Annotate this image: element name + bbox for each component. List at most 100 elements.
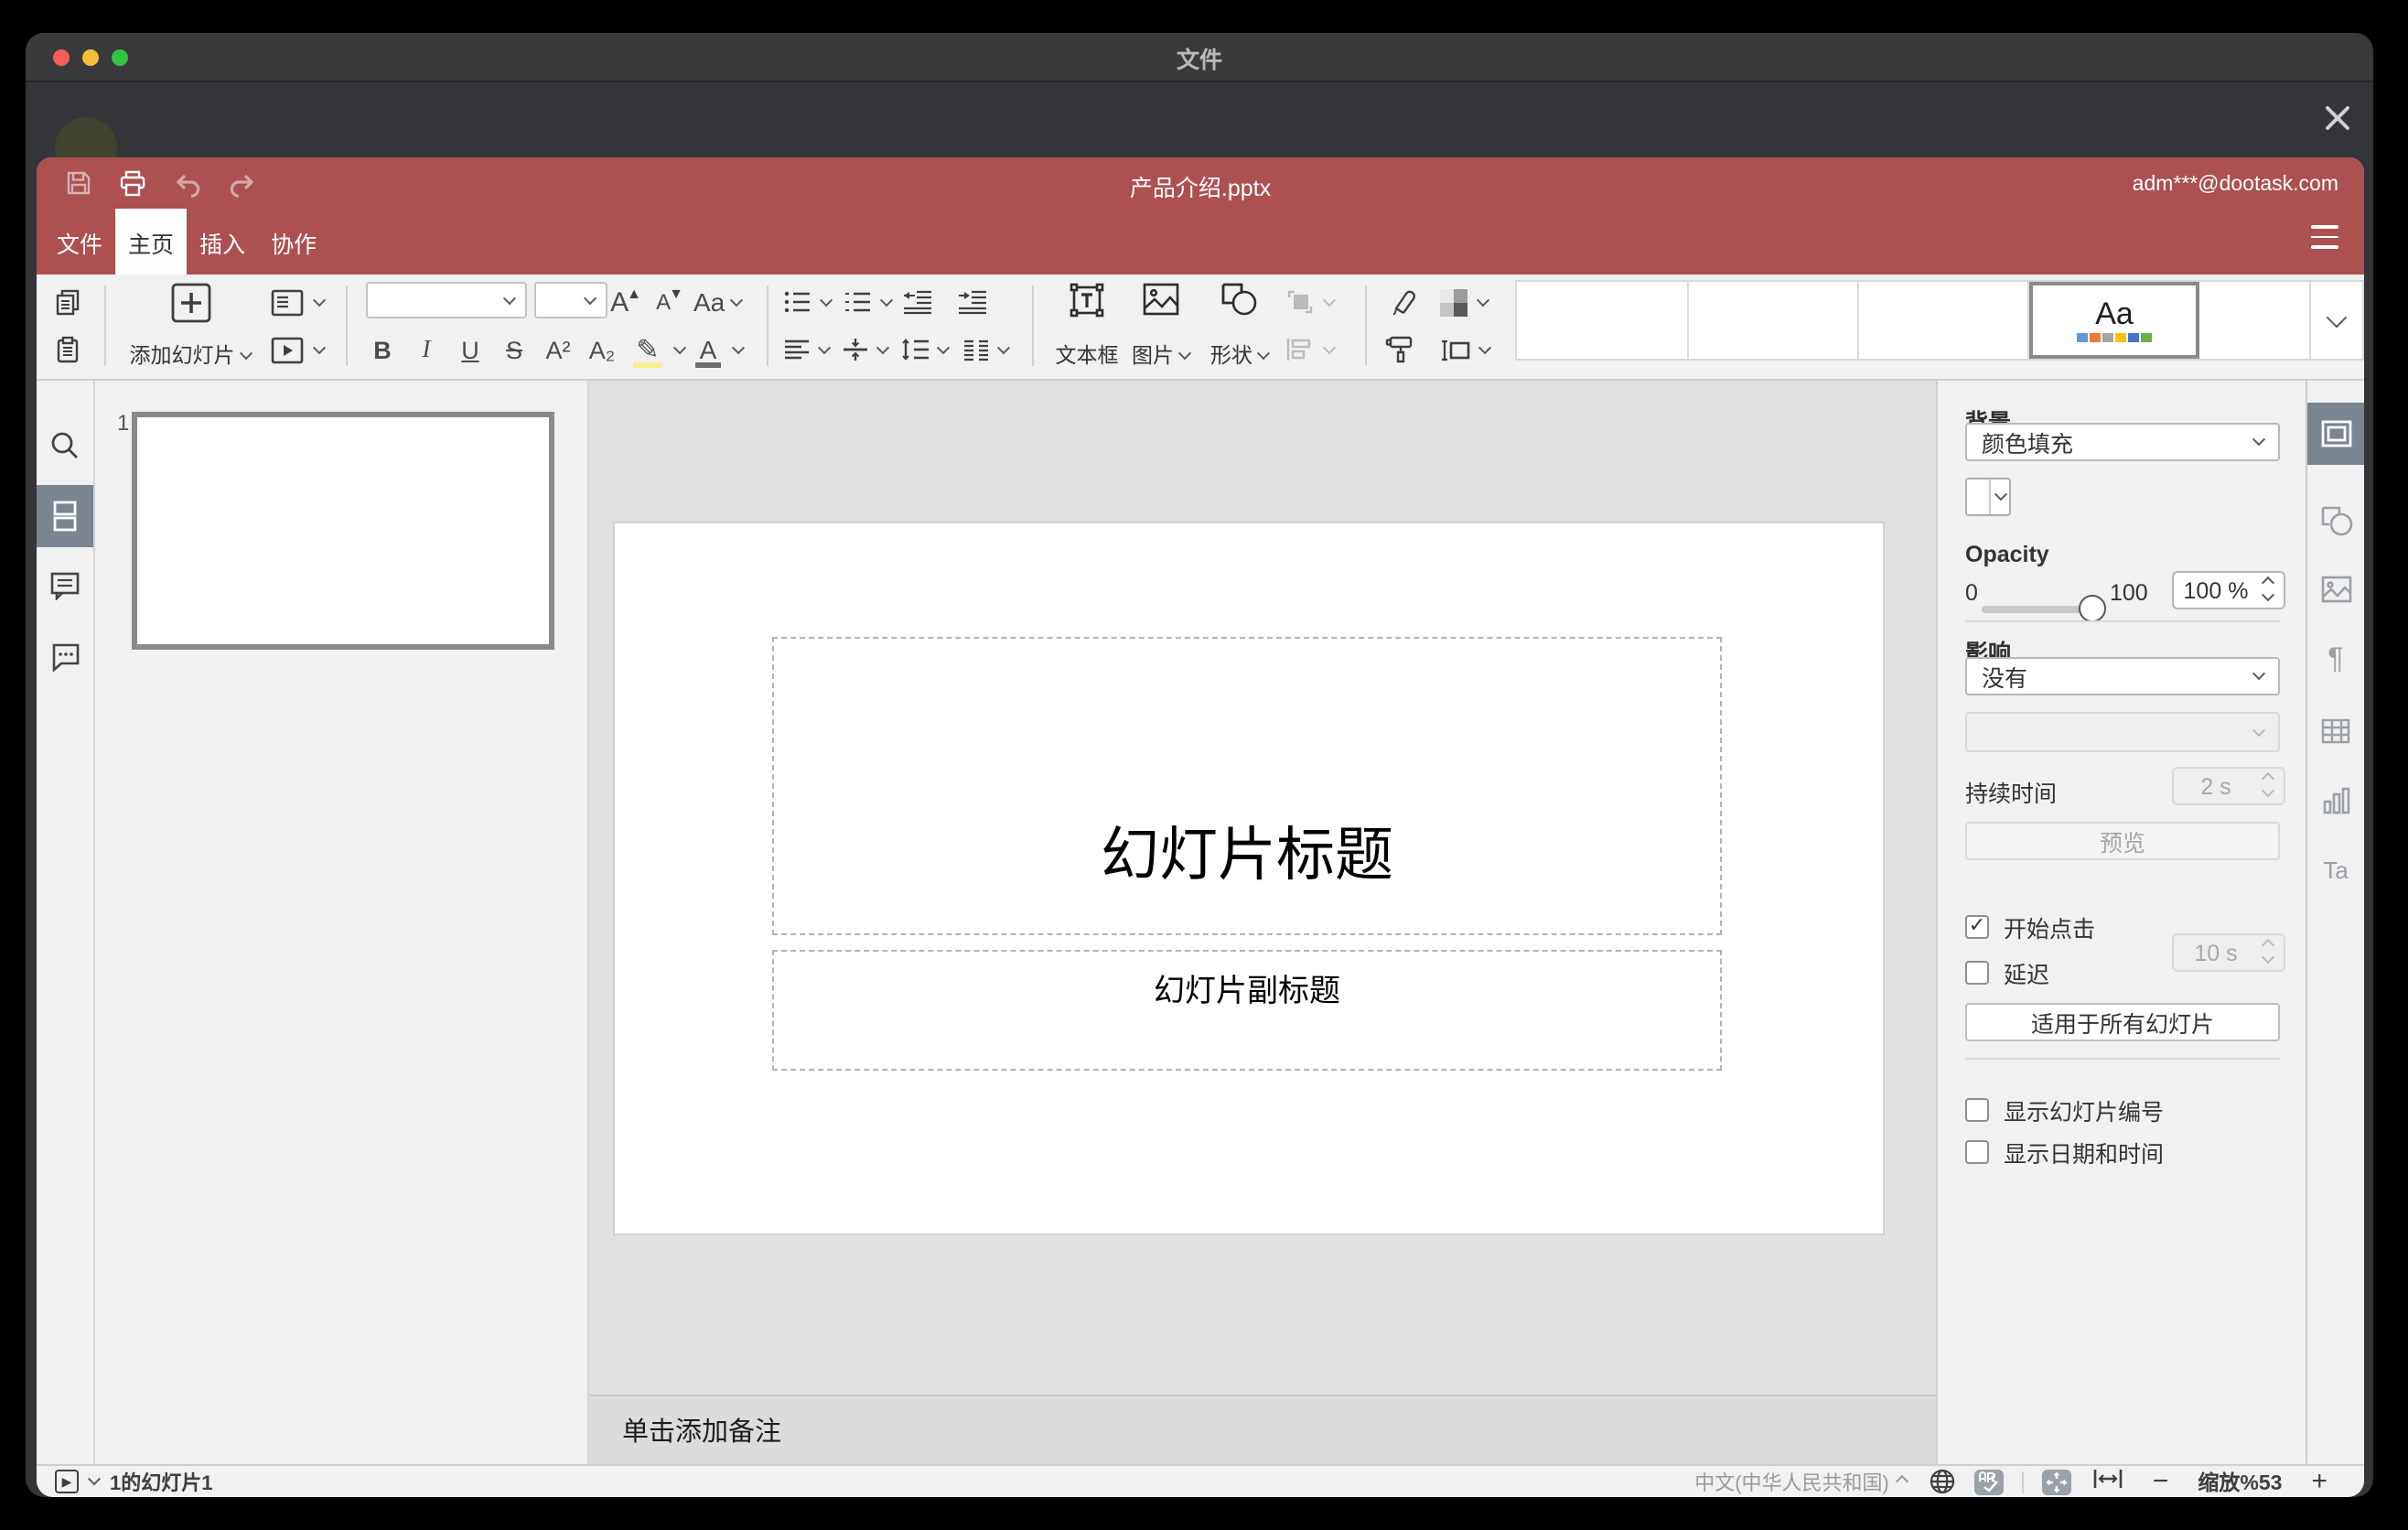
menu-icon[interactable] [2311,225,2338,249]
slides-panel-button[interactable] [37,485,93,547]
text-box-button[interactable]: 文本框 [1048,282,1125,370]
save-button[interactable] [60,165,97,201]
strikethrough-button[interactable]: S [501,329,527,370]
copy-style-button[interactable] [1385,329,1414,370]
italic-button[interactable]: I [414,329,439,370]
superscript-button[interactable]: A² [542,329,575,370]
divider [1965,1058,2280,1060]
tab-collaboration[interactable]: 协作 [258,209,329,275]
chart-settings-button[interactable] [2307,769,2364,831]
search-button[interactable] [37,414,93,476]
app-window: 文件 产品介绍.pptx adm***@dootask.com 文件 主页 插入… [26,33,2373,1497]
change-case-button[interactable]: Aa [693,282,744,322]
theme-option[interactable] [2199,282,2311,359]
comments-button[interactable] [37,555,93,617]
opacity-slider-track[interactable] [1982,606,2091,613]
horizontal-align-button[interactable] [783,329,832,370]
shape-settings-button[interactable] [2307,489,2364,551]
table-settings-button[interactable] [2307,699,2364,761]
paragraph-settings-button[interactable]: ¶ [2307,630,2364,692]
font-color-button[interactable]: A [692,329,746,370]
theme-option[interactable] [1859,282,2029,359]
increase-indent-button[interactable] [957,282,988,322]
notes-area[interactable]: 单击添加备注 [589,1395,1936,1464]
desktop-background: 文件 产品介绍.pptx adm***@dootask.com 文件 主页 插入… [0,0,2408,1530]
clear-style-button[interactable] [1385,282,1418,322]
presentation-editor: 产品介绍.pptx adm***@dootask.com 文件 主页 插入 协作 [37,157,2364,1497]
fill-color-picker[interactable] [1965,478,2011,516]
undo-button[interactable] [168,165,205,201]
slide-thumbnail[interactable] [132,412,554,650]
slide-layout-button[interactable] [271,282,327,322]
tab-file[interactable]: 文件 [44,209,115,275]
show-date-time-checkbox[interactable] [1965,1140,1989,1164]
language-selector[interactable]: 中文(中华人民共和国) [1694,1467,1909,1496]
opacity-slider-thumb[interactable] [2079,595,2106,622]
document-language-icon[interactable] [1930,1468,1957,1495]
tab-home[interactable]: 主页 [115,209,188,275]
insert-image-button[interactable]: 图片 [1123,282,1197,370]
subscript-button[interactable]: A₂ [586,329,618,370]
opacity-input[interactable]: 100 % [2172,571,2285,609]
add-slide-button[interactable]: 添加幻灯片 [121,282,260,370]
slide-canvas[interactable]: 幻灯片标题 幻灯片副标题 [589,381,1936,1395]
chat-button[interactable] [37,626,93,688]
fill-type-select[interactable]: 颜色填充 [1965,423,2280,461]
zoom-in-button[interactable]: + [2307,1467,2331,1494]
theme-option-selected[interactable]: Aa [2029,282,2199,359]
arrange-shape-button[interactable] [1285,282,1337,322]
subtitle-placeholder[interactable]: 幻灯片副标题 [772,950,1722,1071]
fit-to-slide-button[interactable] [2042,1469,2072,1494]
slide-size-button[interactable] [1438,329,1492,370]
text-art-settings-button[interactable]: Ta [2307,838,2364,900]
print-button[interactable] [113,165,150,201]
window-title: 文件 [1176,47,1222,72]
underline-button[interactable]: U [457,329,483,370]
slide-settings-button[interactable] [2307,403,2364,465]
font-color-bar [695,361,721,368]
divider [104,286,106,366]
theme-gallery-expand-button[interactable] [2311,282,2362,359]
title-placeholder[interactable]: 幻灯片标题 [772,637,1722,935]
theme-option[interactable] [1517,282,1689,359]
line-spacing-button[interactable] [900,329,951,370]
insert-shape-button[interactable]: 形状 [1200,282,1277,370]
columns-button[interactable] [962,329,1011,370]
image-settings-button[interactable] [2307,558,2364,620]
paste-button[interactable] [53,329,82,370]
tab-insert[interactable]: 插入 [187,209,258,275]
delay-checkbox[interactable] [1965,961,1989,985]
font-name-input[interactable] [366,282,527,318]
theme-color-swatches [2077,332,2152,343]
align-shape-button[interactable] [1285,329,1337,370]
editor-header: 产品介绍.pptx adm***@dootask.com 文件 主页 插入 协作 [37,157,2364,275]
start-slideshow-status-button[interactable]: ▶ [55,1470,79,1493]
zoom-out-button[interactable]: − [2149,1467,2173,1494]
decrease-font-button[interactable]: A ▼ [653,282,686,322]
slide[interactable]: 幻灯片标题 幻灯片副标题 [615,523,1883,1234]
decrease-indent-button[interactable] [902,282,933,322]
font-size-input[interactable] [534,282,607,318]
start-on-click-checkbox[interactable]: ✓ [1965,915,1989,939]
slideshow-options-chevron[interactable] [87,1472,102,1486]
color-scheme-button[interactable] [1438,282,1490,322]
start-on-click-row: ✓ 开始点击 [1965,910,2095,944]
fill-color-swatch [1967,479,1991,514]
bullet-list-button[interactable] [783,282,833,322]
numbered-list-button[interactable] [844,282,894,322]
close-icon[interactable] [2322,102,2353,134]
spell-check-button[interactable] [1974,1469,2005,1494]
redo-button[interactable] [223,165,260,201]
apply-to-all-slides-button[interactable]: 适用于所有幻灯片 [1965,1003,2280,1041]
theme-option[interactable] [1689,282,1859,359]
increase-font-button[interactable]: A ▲ [609,282,642,322]
fit-to-width-button[interactable] [2094,1468,2123,1495]
effect-select[interactable]: 没有 [1965,657,2280,695]
zoom-level[interactable]: 缩放%53 [2198,1467,2282,1496]
highlight-color-button[interactable]: ✎ [629,329,687,370]
vertical-align-button[interactable] [842,329,890,370]
bold-button[interactable]: B [370,329,395,370]
show-slide-number-checkbox[interactable] [1965,1098,1989,1122]
start-slideshow-button[interactable] [271,329,327,370]
copy-button[interactable] [53,282,82,322]
